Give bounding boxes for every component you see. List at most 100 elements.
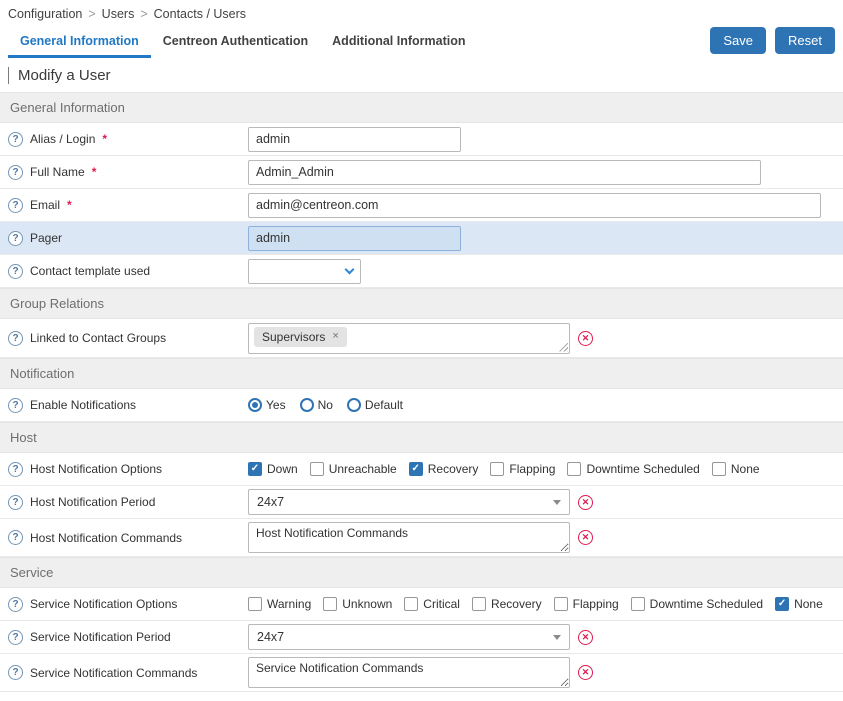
- field-label: Host Notification Period: [30, 495, 155, 509]
- checkbox-host-down[interactable]: ✓ Down: [248, 462, 298, 476]
- field-label-group: ? Pager: [8, 231, 248, 246]
- checkbox-icon[interactable]: ✓: [775, 597, 789, 611]
- host-notification-period-select[interactable]: 24x7: [248, 489, 570, 515]
- checkbox-service-recovery[interactable]: ✓ Recovery: [472, 597, 542, 611]
- question-glyph: ?: [12, 400, 18, 411]
- checkbox-label: Flapping: [573, 597, 619, 611]
- radio-icon[interactable]: [347, 398, 361, 412]
- row-service-notification-options: ? Service Notification Options ✓ Warning…: [0, 588, 843, 621]
- radio-default[interactable]: Default: [347, 398, 403, 412]
- service-notification-commands-input[interactable]: Service Notification Commands: [248, 657, 570, 688]
- field-label-group: ? Email *: [8, 198, 248, 213]
- checkbox-icon[interactable]: ✓: [409, 462, 423, 476]
- help-icon[interactable]: ?: [8, 630, 23, 645]
- checkbox-icon[interactable]: ✓: [631, 597, 645, 611]
- clear-selection-icon[interactable]: ✕: [578, 331, 593, 346]
- radio-no[interactable]: No: [300, 398, 333, 412]
- checkbox-service-flapping[interactable]: ✓ Flapping: [554, 597, 619, 611]
- checkbox-service-downtime-scheduled[interactable]: ✓ Downtime Scheduled: [631, 597, 763, 611]
- field-label-group: ? Linked to Contact Groups: [8, 331, 248, 346]
- field-label-group: ? Service Notification Commands: [8, 665, 248, 680]
- checkbox-icon[interactable]: ✓: [310, 462, 324, 476]
- checkbox-icon[interactable]: ✓: [472, 597, 486, 611]
- contact-groups-multiselect[interactable]: Supervisors ×: [248, 323, 570, 354]
- row-contact-template: ? Contact template used: [0, 255, 843, 288]
- full-name-input[interactable]: [248, 160, 761, 185]
- checkbox-icon[interactable]: ✓: [567, 462, 581, 476]
- help-icon[interactable]: ?: [8, 165, 23, 180]
- x-glyph: ✕: [582, 497, 590, 508]
- row-host-notification-options: ? Host Notification Options ✓ Down ✓ Unr…: [0, 453, 843, 486]
- question-glyph: ?: [12, 167, 18, 178]
- help-icon[interactable]: ?: [8, 530, 23, 545]
- service-notification-period-select[interactable]: 24x7: [248, 624, 570, 650]
- question-glyph: ?: [12, 667, 18, 678]
- field-control: Host Notification Commands ✕: [248, 522, 835, 553]
- checkbox-icon[interactable]: ✓: [248, 597, 262, 611]
- help-icon[interactable]: ?: [8, 665, 23, 680]
- help-icon[interactable]: ?: [8, 231, 23, 246]
- breadcrumb-users[interactable]: Users: [102, 7, 135, 21]
- question-glyph: ?: [12, 464, 18, 475]
- help-icon[interactable]: ?: [8, 331, 23, 346]
- breadcrumb-contacts-users[interactable]: Contacts / Users: [154, 7, 246, 21]
- row-service-notification-period: ? Service Notification Period 24x7 ✕: [0, 621, 843, 654]
- checkbox-host-none[interactable]: ✓ None: [712, 462, 760, 476]
- question-glyph: ?: [12, 200, 18, 211]
- tab-general-information[interactable]: General Information: [8, 25, 151, 58]
- row-host-notification-commands: ? Host Notification Commands Host Notifi…: [0, 519, 843, 557]
- field-label: Service Notification Commands: [30, 666, 197, 680]
- checkbox-icon[interactable]: ✓: [712, 462, 726, 476]
- help-icon[interactable]: ?: [8, 597, 23, 612]
- checkbox-service-unknown[interactable]: ✓ Unknown: [323, 597, 392, 611]
- help-icon[interactable]: ?: [8, 198, 23, 213]
- checkbox-host-recovery[interactable]: ✓ Recovery: [409, 462, 479, 476]
- alias-login-input[interactable]: [248, 127, 461, 152]
- clear-selection-icon[interactable]: ✕: [578, 495, 593, 510]
- field-label: Service Notification Options: [30, 597, 177, 611]
- radio-icon[interactable]: [248, 398, 262, 412]
- checkbox-icon[interactable]: ✓: [323, 597, 337, 611]
- field-control: ✓ Down ✓ Unreachable ✓ Recovery ✓ Flappi…: [248, 462, 835, 476]
- checkbox-service-none[interactable]: ✓ None: [775, 597, 823, 611]
- pager-input[interactable]: [248, 226, 461, 251]
- checkbox-service-warning[interactable]: ✓ Warning: [248, 597, 311, 611]
- checkbox-icon[interactable]: ✓: [490, 462, 504, 476]
- checkbox-service-critical[interactable]: ✓ Critical: [404, 597, 460, 611]
- help-icon[interactable]: ?: [8, 462, 23, 477]
- host-notification-commands-input[interactable]: Host Notification Commands: [248, 522, 570, 553]
- checkbox-icon[interactable]: ✓: [554, 597, 568, 611]
- email-input[interactable]: [248, 193, 821, 218]
- tab-additional-information[interactable]: Additional Information: [320, 25, 477, 58]
- tab-centreon-authentication[interactable]: Centreon Authentication: [151, 25, 320, 58]
- checkbox-host-downtime-scheduled[interactable]: ✓ Downtime Scheduled: [567, 462, 699, 476]
- checkbox-icon[interactable]: ✓: [404, 597, 418, 611]
- breadcrumb-separator: >: [140, 7, 147, 21]
- contact-template-select[interactable]: [248, 259, 361, 284]
- breadcrumb-configuration[interactable]: Configuration: [8, 7, 82, 21]
- clear-selection-icon[interactable]: ✕: [578, 630, 593, 645]
- x-glyph: ✕: [582, 333, 590, 344]
- help-icon[interactable]: ?: [8, 495, 23, 510]
- reset-button[interactable]: Reset: [775, 27, 835, 54]
- radio-label: No: [318, 398, 333, 412]
- question-glyph: ?: [12, 599, 18, 610]
- clear-selection-icon[interactable]: ✕: [578, 665, 593, 680]
- clear-selection-icon[interactable]: ✕: [578, 530, 593, 545]
- chip-remove-icon[interactable]: ×: [332, 331, 338, 342]
- check-glyph: ✓: [412, 464, 420, 474]
- row-linked-contact-groups: ? Linked to Contact Groups Supervisors ×…: [0, 319, 843, 358]
- save-button[interactable]: Save: [710, 27, 766, 54]
- radio-yes[interactable]: Yes: [248, 398, 286, 412]
- checkbox-host-unreachable[interactable]: ✓ Unreachable: [310, 462, 397, 476]
- resize-handle[interactable]: [559, 343, 568, 352]
- field-control: 24x7 ✕: [248, 489, 835, 515]
- help-icon[interactable]: ?: [8, 132, 23, 147]
- help-icon[interactable]: ?: [8, 398, 23, 413]
- radio-icon[interactable]: [300, 398, 314, 412]
- checkbox-icon[interactable]: ✓: [248, 462, 262, 476]
- checkbox-host-flapping[interactable]: ✓ Flapping: [490, 462, 555, 476]
- field-label-group: ? Enable Notifications: [8, 398, 248, 413]
- help-icon[interactable]: ?: [8, 264, 23, 279]
- row-full-name: ? Full Name *: [0, 156, 843, 189]
